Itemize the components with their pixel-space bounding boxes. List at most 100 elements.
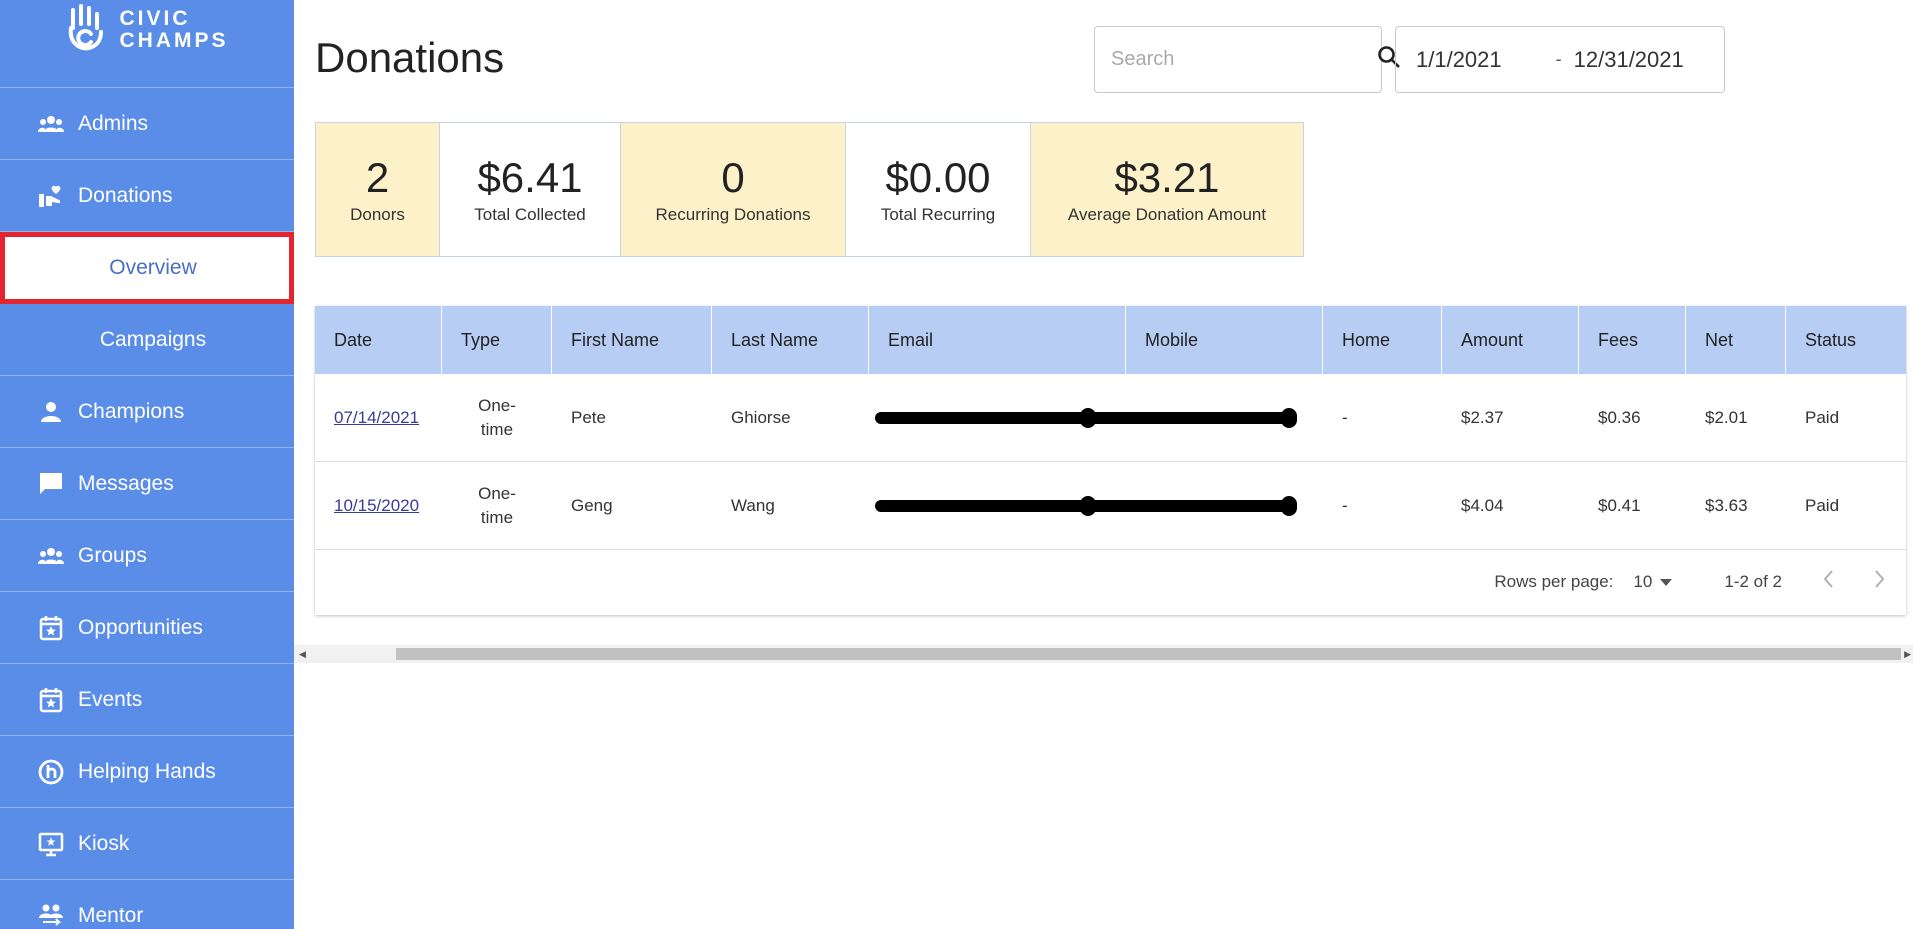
chat-icon [36, 469, 66, 499]
table-row: 07/14/2021 One-time Pete Ghiorse - $2.37… [315, 374, 1906, 462]
pagination-range: 1-2 of 2 [1724, 571, 1782, 591]
cell-last-name: Wang [731, 495, 775, 515]
search-box[interactable] [1094, 26, 1400, 93]
cell-date-link[interactable]: 10/15/2020 [315, 462, 442, 549]
cell-first-name: Pete [571, 407, 606, 427]
sidebar-item-mentor[interactable]: Mentor [0, 880, 294, 929]
sidebar-item-opportunities[interactable]: Opportunities [0, 592, 294, 664]
date-range-start[interactable]: 1/1/2021 [1416, 47, 1502, 73]
sidebar-item-label: Admins [78, 111, 149, 135]
rows-per-page-label: Rows per page: [1494, 571, 1614, 591]
table-header: Date Type First Name Last Name Email Mob… [315, 306, 1906, 374]
column-header-email[interactable]: Email [869, 306, 1126, 374]
logo[interactable]: CIVIC CHAMPS [0, 0, 294, 88]
date-range-end[interactable]: 12/31/2021 [1574, 47, 1684, 73]
column-header-type[interactable]: Type [442, 306, 552, 374]
civic-champs-hand-icon [65, 2, 109, 57]
stat-label: Average Donation Amount [1067, 204, 1267, 224]
sidebar-item-helping-hands[interactable]: Helping Hands [0, 736, 294, 808]
sidebar-item-label: Events [78, 687, 143, 711]
column-header-status[interactable]: Status [1786, 306, 1906, 374]
cell-type-line-1: One- [478, 395, 516, 415]
stat-average-donation: $3.21 Average Donation Amount [1031, 123, 1303, 256]
column-header-date[interactable]: Date [315, 306, 442, 374]
sidebar-item-label: Overview [109, 256, 197, 279]
page-title: Donations [315, 34, 505, 81]
stat-value: $3.21 [1114, 153, 1220, 201]
sidebar-item-label: Groups [78, 543, 147, 567]
donations-table: Date Type First Name Last Name Email Mob… [315, 306, 1906, 615]
cell-type: One-time [442, 462, 552, 549]
sidebar-item-overview[interactable]: Overview [0, 232, 294, 304]
table-pagination: Rows per page: 10 1-2 of 2 [315, 550, 1906, 613]
sidebar-item-groups[interactable]: Groups [0, 520, 294, 592]
sidebar-item-admins[interactable]: Admins [0, 88, 294, 160]
cell-fees: $0.36 [1598, 407, 1641, 427]
helping-hands-icon [36, 757, 66, 787]
cell-home: - [1342, 495, 1348, 515]
kiosk-icon [36, 829, 66, 859]
column-header-home[interactable]: Home [1323, 306, 1442, 374]
column-header-last-name[interactable]: Last Name [712, 306, 869, 374]
cell-status: Paid [1805, 407, 1840, 427]
column-header-mobile[interactable]: Mobile [1126, 306, 1323, 374]
stat-value: 2 [365, 153, 390, 201]
cell-type: One-time [442, 374, 552, 461]
brand-line-1: CIVIC [119, 6, 191, 30]
stat-donors: 2 Donors [316, 123, 440, 256]
cell-type-line-1: One- [478, 483, 516, 503]
cell-type-line-2: time [480, 507, 514, 527]
cell-date-link[interactable]: 07/14/2021 [315, 374, 442, 461]
scroll-left-arrow-icon[interactable]: ◀ [299, 649, 306, 660]
calendar-star-icon [36, 613, 66, 643]
column-header-fees[interactable]: Fees [1579, 306, 1686, 374]
table-row: 10/15/2020 One-time Geng Wang - $4.04 $0… [315, 462, 1906, 550]
sidebar-item-kiosk[interactable]: Kiosk [0, 808, 294, 880]
person-icon [36, 397, 66, 427]
sidebar-item-label: Messages [78, 471, 174, 495]
sidebar-item-donations[interactable]: Donations [0, 160, 294, 232]
cell-fees: $0.41 [1598, 495, 1641, 515]
cell-home: - [1342, 407, 1348, 427]
sidebar-item-events[interactable]: Events [0, 664, 294, 736]
sidebar-item-messages[interactable]: Messages [0, 448, 294, 520]
date-range-separator: - [1555, 49, 1562, 69]
rows-per-page-select[interactable]: 10 [1633, 571, 1673, 592]
scroll-right-arrow-icon[interactable]: ▶ [1904, 649, 1911, 660]
stat-value: 0 [721, 153, 745, 201]
stat-label: Total Recurring [880, 204, 996, 224]
caret-down-icon [1660, 572, 1673, 592]
chevron-right-icon[interactable] [1874, 569, 1886, 595]
column-header-first-name[interactable]: First Name [552, 306, 712, 374]
sidebar-item-champions[interactable]: Champions [0, 376, 294, 448]
chevron-left-icon[interactable] [1822, 569, 1834, 595]
redaction-mark [875, 408, 1297, 428]
stat-label: Total Collected [474, 204, 586, 224]
sidebar-item-label: Opportunities [78, 615, 203, 639]
sidebar-item-label: Kiosk [78, 831, 130, 855]
sidebar-item-campaigns[interactable]: Campaigns [0, 304, 294, 376]
date-range-picker[interactable]: 1/1/2021 - 12/31/2021 [1395, 26, 1725, 93]
rows-per-page-value: 10 [1633, 571, 1653, 591]
column-header-amount[interactable]: Amount [1442, 306, 1579, 374]
cell-net: $2.01 [1705, 407, 1748, 427]
scrollbar-thumb[interactable] [396, 648, 1901, 660]
stat-label: Donors [350, 204, 405, 224]
sidebar-item-label: Champions [78, 399, 185, 423]
stat-total-collected: $6.41 Total Collected [440, 123, 621, 256]
cell-amount: $4.04 [1461, 495, 1504, 515]
sidebar-item-label: Donations [78, 183, 173, 207]
column-header-net[interactable]: Net [1686, 306, 1786, 374]
horizontal-scrollbar[interactable]: ◀ ▶ [294, 645, 1913, 663]
search-input[interactable] [1111, 48, 1376, 71]
calendar-star-icon [36, 685, 66, 715]
mentor-icon [36, 901, 66, 929]
sidebar-item-label: Helping Hands [78, 759, 216, 783]
group-icon [36, 109, 66, 139]
group-icon [36, 541, 66, 571]
brand-line-2: CHAMPS [119, 28, 229, 52]
stat-recurring-donations: 0 Recurring Donations [621, 123, 846, 256]
sidebar-item-label: Campaigns [99, 327, 207, 351]
stat-total-recurring: $0.00 Total Recurring [846, 123, 1031, 256]
stat-value: $6.41 [477, 153, 583, 201]
